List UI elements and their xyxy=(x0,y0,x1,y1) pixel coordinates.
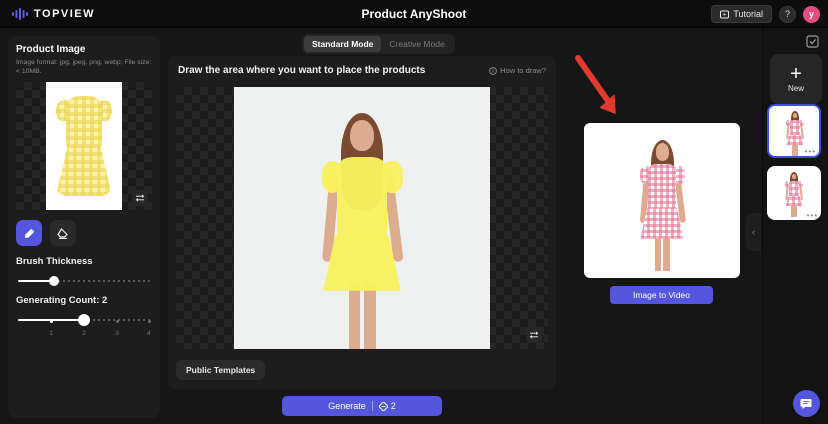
tutorial-label: Tutorial xyxy=(733,9,763,19)
tab-creative-mode[interactable]: Creative Mode xyxy=(381,36,452,52)
product-image-preview[interactable] xyxy=(16,82,152,210)
red-arrow-annotation xyxy=(570,53,630,127)
thumb-model-pink xyxy=(775,170,813,217)
avatar[interactable]: y xyxy=(803,6,820,23)
generating-count-slider[interactable] xyxy=(18,314,150,326)
drawing-canvas[interactable] xyxy=(176,87,548,349)
brand-name: TOPVIEW xyxy=(34,8,95,20)
swap-canvas-image-button[interactable] xyxy=(526,327,542,343)
tab-standard-mode[interactable]: Standard Mode xyxy=(304,36,381,52)
new-label: New xyxy=(788,84,804,93)
multi-select-button[interactable] xyxy=(806,34,820,48)
page-title: Product AnyShoot xyxy=(0,7,828,21)
draw-instruction: Draw the area where you want to place th… xyxy=(178,65,425,76)
result-image-card[interactable] xyxy=(584,123,740,278)
thumbnail-more-icon[interactable]: ••• xyxy=(805,148,816,156)
brush-icon xyxy=(24,228,35,239)
credit-coin-icon xyxy=(379,402,388,411)
yellow-dress-image xyxy=(56,96,112,196)
tick-3: 3 xyxy=(115,330,119,337)
eraser-tool-button[interactable] xyxy=(50,220,76,246)
swap-icon xyxy=(529,331,539,339)
tutorial-button[interactable]: Tutorial xyxy=(711,5,772,23)
top-bar: TOPVIEW Product AnyShoot Tutorial ? y xyxy=(0,0,828,28)
app-root: TOPVIEW Product AnyShoot Tutorial ? y St… xyxy=(0,0,828,424)
how-to-draw-label: How to draw? xyxy=(500,66,546,75)
brand-logo[interactable]: TOPVIEW xyxy=(12,7,95,21)
brush-tool-button[interactable] xyxy=(16,220,42,246)
mode-tabs: Standard Mode Creative Mode xyxy=(302,34,455,54)
tick-1: 1 xyxy=(49,330,53,337)
generate-button[interactable]: Generate 2 xyxy=(282,396,442,416)
count-tick-labels: 1 2 3 4 xyxy=(18,330,150,340)
topview-logo-icon xyxy=(12,7,28,21)
history-thumbnail-2[interactable]: ••• xyxy=(767,166,821,220)
chat-icon xyxy=(800,398,813,410)
plus-icon: + xyxy=(790,66,802,82)
new-project-button[interactable]: + New xyxy=(770,54,822,104)
generating-count-handle[interactable] xyxy=(78,314,90,326)
tutorial-icon xyxy=(720,10,729,19)
history-thumbnail-1[interactable]: ••• xyxy=(767,104,821,158)
product-image-title: Product Image xyxy=(16,44,152,55)
info-icon xyxy=(489,67,497,75)
public-templates-button[interactable]: Public Templates xyxy=(176,360,265,380)
help-button[interactable]: ? xyxy=(779,6,796,23)
how-to-draw-link[interactable]: How to draw? xyxy=(489,66,546,75)
draw-area-card: Draw the area where you want to place th… xyxy=(168,56,556,389)
draw-area-header: Draw the area where you want to place th… xyxy=(168,56,556,83)
generate-credits: 2 xyxy=(379,401,396,411)
format-hint: Image format: jpg, jpeg, png, webp; File… xyxy=(16,58,152,76)
tick-2: 2 xyxy=(82,330,86,337)
support-chat-button[interactable] xyxy=(793,390,820,417)
generating-count-label: Generating Count: 2 xyxy=(16,295,152,306)
generate-label: Generate xyxy=(328,401,366,411)
brush-thickness-slider[interactable] xyxy=(18,275,150,287)
eraser-icon xyxy=(57,228,69,239)
model-photo xyxy=(234,87,490,349)
model-with-yellow-mask xyxy=(272,101,452,349)
image-to-video-button[interactable]: Image to Video xyxy=(610,286,713,304)
select-check-icon xyxy=(806,35,819,48)
thumbnail-more-icon[interactable]: ••• xyxy=(807,212,818,220)
mask-tools xyxy=(16,220,152,246)
chevron-left-icon: ‹ xyxy=(752,227,755,237)
tick-4: 4 xyxy=(147,330,151,337)
product-image-panel: Product Image Image format: jpg, jpeg, p… xyxy=(8,36,160,418)
swap-product-image-button[interactable] xyxy=(132,190,148,206)
credit-count: 2 xyxy=(391,401,396,411)
brush-thickness-label: Brush Thickness xyxy=(16,256,152,267)
collapse-panel-handle[interactable]: ‹ xyxy=(746,213,761,251)
history-sidebar: + New ••• ••• xyxy=(762,28,828,424)
model-with-pink-dress xyxy=(612,133,712,271)
product-image-canvas xyxy=(46,82,122,210)
topbar-actions: Tutorial ? y xyxy=(711,0,820,28)
swap-icon xyxy=(135,194,145,202)
brush-thickness-handle[interactable] xyxy=(49,276,59,286)
generate-divider xyxy=(372,401,373,411)
